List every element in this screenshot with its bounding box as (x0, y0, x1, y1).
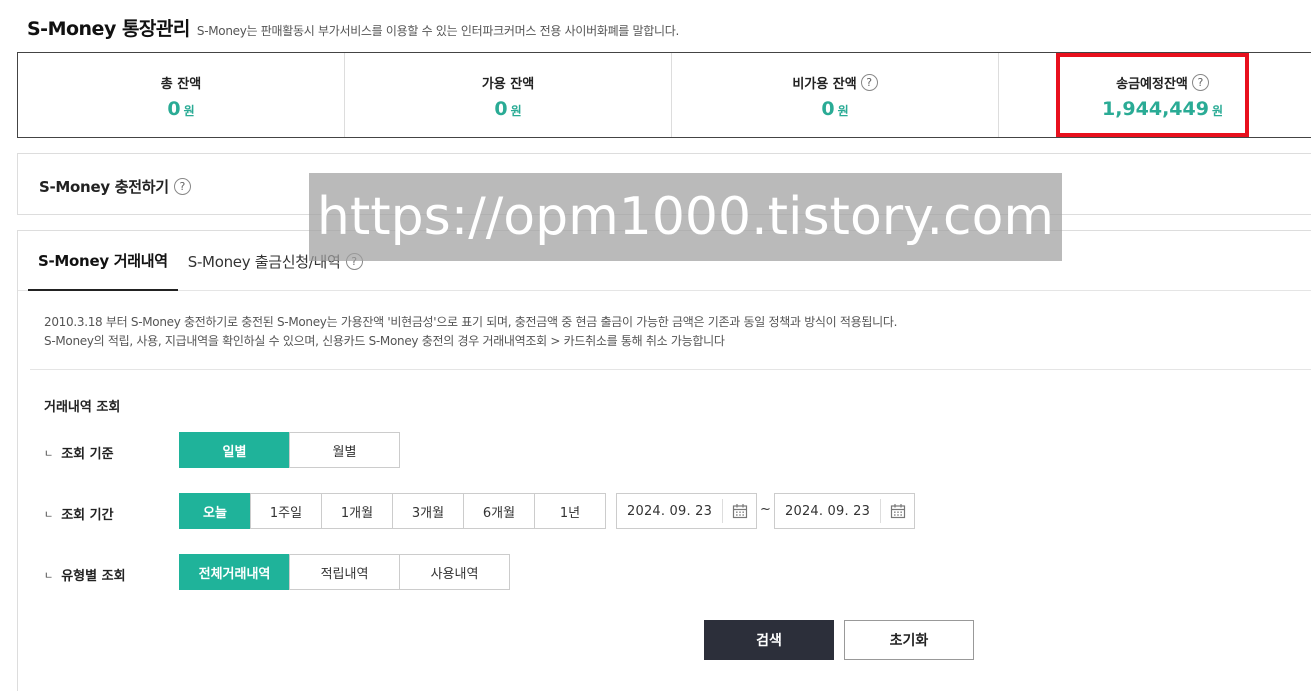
balance-unavailable-value: 0 (821, 98, 835, 120)
type-toggle: 전체거래내역 적립내역 사용내역 (179, 554, 510, 590)
calendar-icon[interactable] (880, 499, 914, 523)
help-icon[interactable]: ? (860, 74, 878, 91)
basis-daily-button[interactable]: 일별 (179, 432, 290, 468)
page-description: S-Money는 판매활동시 부가서비스를 이용할 수 있는 인터파크커머스 전… (196, 24, 680, 38)
balance-available-value: 0 (494, 98, 508, 120)
basis-monthly-button[interactable]: 월별 (289, 432, 400, 468)
balance-unavailable-label: 비가용 잔액 (792, 77, 857, 92)
highlight-annotation (1056, 53, 1249, 137)
period-toggle: 오늘 1주일 1개월 3개월 6개월 1년 (179, 493, 606, 529)
row-mark: ㄴ (44, 510, 54, 521)
reset-button[interactable]: 초기화 (844, 620, 974, 660)
balance-total: 총 잔액 0원 (18, 53, 345, 137)
period-label: 조회 기간 (61, 508, 114, 523)
history-section: S-Money 거래내역 S-Money 출금신청/내역? 2010.3.18 … (17, 230, 1311, 691)
period-1year-button[interactable]: 1년 (534, 493, 606, 529)
basis-toggle: 일별 월별 (179, 432, 400, 468)
notice-text: 2010.3.18 부터 S-Money 충전하기로 충전된 S-Money는 … (44, 313, 897, 351)
balance-available-label: 가용 잔액 (481, 77, 535, 92)
start-date-field[interactable]: 2024. 09. 23 (616, 493, 757, 529)
period-1week-button[interactable]: 1주일 (250, 493, 322, 529)
balance-total-value: 0 (167, 98, 181, 120)
page-header: S-Money 통장관리 S-Money는 판매활동시 부가서비스를 이용할 수… (27, 14, 679, 40)
watermark-text: https://opm1000.tistory.com (316, 187, 1055, 247)
row-mark: ㄴ (44, 449, 54, 460)
row-mark: ㄴ (44, 571, 54, 582)
balance-total-unit: 원 (183, 104, 195, 118)
calendar-icon[interactable] (722, 499, 756, 523)
search-section-title: 거래내역 조회 (44, 400, 121, 415)
tab-transaction-history[interactable]: S-Money 거래내역 (28, 231, 178, 291)
basis-label-row: ㄴ 조회 기준 (44, 443, 114, 462)
balance-total-label: 총 잔액 (160, 77, 202, 92)
type-all-button[interactable]: 전체거래내역 (179, 554, 290, 590)
balance-available: 가용 잔액 0원 (345, 53, 672, 137)
balance-available-unit: 원 (510, 104, 522, 118)
period-1month-button[interactable]: 1개월 (321, 493, 393, 529)
notice-line-2: S-Money의 적립, 사용, 지급내역을 확인하실 수 있으며, 신용카드 … (44, 334, 725, 348)
help-icon[interactable]: ? (173, 178, 191, 195)
divider (30, 369, 1311, 370)
page-title: S-Money 통장관리 (27, 18, 190, 40)
end-date-field[interactable]: 2024. 09. 23 (774, 493, 915, 529)
period-label-row: ㄴ 조회 기간 (44, 504, 114, 523)
period-today-button[interactable]: 오늘 (179, 493, 251, 529)
type-label: 유형별 조회 (61, 569, 126, 584)
notice-line-1: 2010.3.18 부터 S-Money 충전하기로 충전된 S-Money는 … (44, 315, 898, 329)
period-3month-button[interactable]: 3개월 (392, 493, 464, 529)
balance-unavailable-unit: 원 (837, 104, 849, 118)
type-label-row: ㄴ 유형별 조회 (44, 565, 126, 584)
charge-title: S-Money 충전하기 (39, 178, 169, 196)
type-earned-button[interactable]: 적립내역 (289, 554, 400, 590)
end-date-value: 2024. 09. 23 (785, 503, 871, 519)
balance-unavailable: 비가용 잔액? 0원 (672, 53, 999, 137)
date-range-separator: ~ (760, 502, 771, 517)
basis-label: 조회 기준 (61, 447, 114, 462)
search-button[interactable]: 검색 (704, 620, 834, 660)
type-used-button[interactable]: 사용내역 (399, 554, 510, 590)
period-6month-button[interactable]: 6개월 (463, 493, 535, 529)
watermark-overlay: https://opm1000.tistory.com (309, 173, 1062, 261)
start-date-value: 2024. 09. 23 (627, 503, 713, 519)
